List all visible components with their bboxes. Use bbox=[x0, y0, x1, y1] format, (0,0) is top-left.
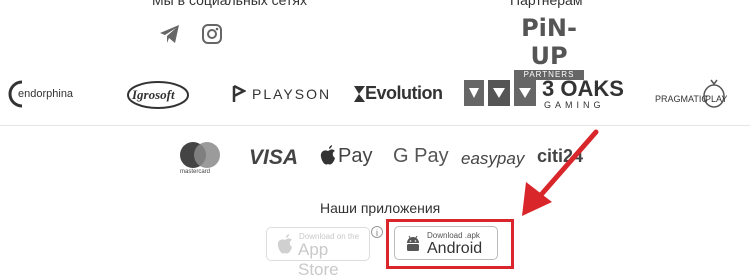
visa-logo: VISA bbox=[249, 146, 299, 169]
pragmatic-text: PRAGMATIC bbox=[655, 94, 708, 104]
mastercard-logo: mastercard bbox=[178, 141, 222, 181]
app-store-button[interactable]: Download on the App Store bbox=[266, 227, 370, 279]
annotation-arrow-icon bbox=[522, 129, 599, 216]
divider bbox=[0, 125, 750, 126]
endorphina-text: endorphina bbox=[18, 88, 74, 100]
android-big-text: Android bbox=[427, 240, 483, 257]
pinup-partners-logo[interactable]: PiN-UP PARTNERS bbox=[506, 14, 592, 80]
partners-title: Партнерам bbox=[510, 0, 583, 8]
igrosoft-text: Igrosoft bbox=[132, 87, 175, 102]
android-small-text: Download .apk bbox=[427, 231, 480, 240]
apps-title: Наши приложения bbox=[320, 200, 441, 216]
info-icon[interactable]: i bbox=[371, 226, 383, 238]
3oaks-logo: 3 OAKS GAMING bbox=[464, 76, 626, 110]
3oaks-mark-icon bbox=[464, 80, 536, 106]
telegram-icon[interactable] bbox=[158, 22, 182, 46]
3oaks-text: 3 OAKS bbox=[542, 76, 624, 101]
apple-icon bbox=[320, 145, 335, 165]
igrosoft-logo: Igrosoft bbox=[126, 78, 190, 110]
pragmatic-play-text: PLAY bbox=[705, 94, 728, 104]
social-title: Мы в социальных сетях bbox=[152, 0, 307, 8]
instagram-icon[interactable] bbox=[200, 22, 224, 46]
mastercard-text: mastercard bbox=[180, 169, 211, 175]
app-store-big-text: App Store bbox=[298, 240, 339, 279]
evolution-text: Evolution bbox=[365, 83, 443, 103]
pinup-logo-text: PiN-UP bbox=[521, 14, 577, 70]
android-icon bbox=[407, 235, 419, 251]
3oaks-sub-text: GAMING bbox=[544, 100, 605, 110]
apple-icon bbox=[277, 234, 292, 254]
applepay-text: Pay bbox=[338, 145, 373, 167]
mastercard-circles-icon bbox=[180, 142, 220, 168]
android-download-button[interactable]: Download .apk Android bbox=[394, 226, 498, 260]
pragmatic-play-logo: PRAGMATIC PLAY bbox=[655, 78, 745, 112]
gpay-logo: G Pay bbox=[393, 145, 449, 167]
playson-text: PLAYSON bbox=[252, 86, 332, 102]
playson-mark-icon bbox=[232, 85, 246, 102]
